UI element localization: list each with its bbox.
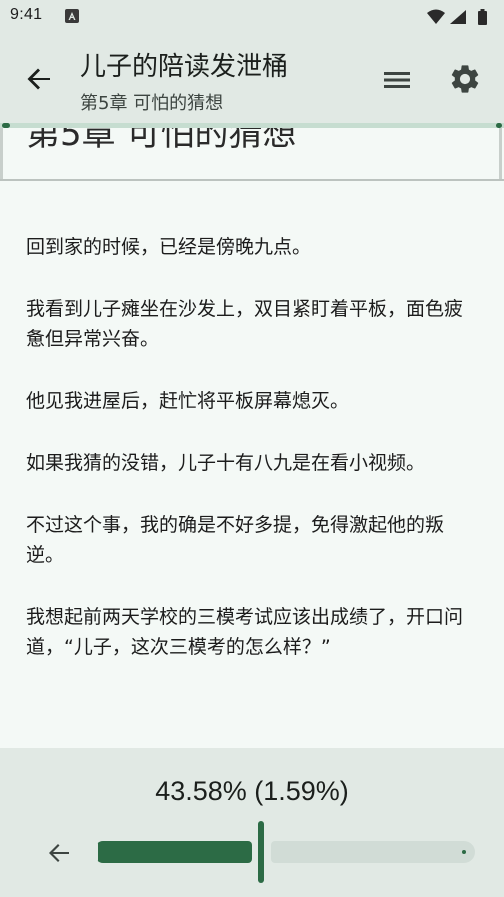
notification-a-icon bbox=[65, 9, 79, 23]
chapter-heading: 第5章 可怕的猜想 bbox=[26, 128, 297, 154]
progress-track-remaining[interactable] bbox=[271, 841, 475, 863]
paragraph: 不过这个事，我的确是不好多提，免得激起他的叛逆。 bbox=[26, 514, 445, 566]
progress-track-end-dot bbox=[462, 850, 466, 854]
paragraph: 他见我进屋后，赶忙将平板屏幕熄灭。 bbox=[26, 390, 350, 412]
progress-panel bbox=[0, 748, 504, 897]
status-bar: 9:41 bbox=[0, 0, 504, 33]
app-bar: 儿子的陪读发泄桶 第5章 可怕的猜想 bbox=[0, 33, 504, 124]
paragraph: 回到家的时候，已经是傍晚九点。 bbox=[26, 236, 312, 258]
paragraph: 我想起前两天学校的三模考试应该出成绩了，开口问道，“儿子，这次三模考的怎么样？” bbox=[26, 606, 464, 658]
reading-content[interactable]: 回到家的时候，已经是傍晚九点。 我看到儿子瘫坐在沙发上，双目紧盯着平板，面色疲惫… bbox=[26, 232, 486, 694]
reader-screen: 9:41 儿子的陪读发泄桶 第5章 可怕的猜想 第5章 可怕的猜想 回到家的时候… bbox=[0, 0, 504, 897]
menu-icon bbox=[384, 72, 410, 88]
status-icons bbox=[426, 8, 494, 26]
progress-track-filled[interactable] bbox=[92, 841, 252, 863]
back-button[interactable] bbox=[22, 61, 58, 97]
status-time: 9:41 bbox=[10, 6, 43, 23]
book-title: 儿子的陪读发泄桶 bbox=[80, 52, 289, 82]
progress-label: 43.58% (1.59%) bbox=[155, 776, 349, 806]
settings-button[interactable] bbox=[448, 62, 482, 96]
gear-icon bbox=[451, 65, 479, 93]
paragraph: 我看到儿子瘫坐在沙发上，双目紧盯着平板，面色疲惫但异常兴奋。 bbox=[26, 298, 464, 350]
chapter-divider bbox=[0, 179, 504, 181]
battery-icon bbox=[478, 9, 487, 25]
arrow-back-icon bbox=[49, 844, 69, 862]
menu-button[interactable] bbox=[380, 63, 414, 97]
paragraph: 如果我猜的没错，儿子十有八九是在看小视频。 bbox=[26, 452, 426, 474]
wifi-icon bbox=[427, 9, 445, 24]
signal-icon bbox=[450, 10, 466, 24]
chapter-subtitle: 第5章 可怕的猜想 bbox=[80, 93, 224, 114]
arrow-back-icon bbox=[27, 68, 50, 90]
chapter-heading-card: 第5章 可怕的猜想 bbox=[0, 128, 504, 180]
progress-slider-thumb[interactable] bbox=[258, 821, 264, 883]
previous-chapter-button[interactable] bbox=[44, 838, 74, 868]
